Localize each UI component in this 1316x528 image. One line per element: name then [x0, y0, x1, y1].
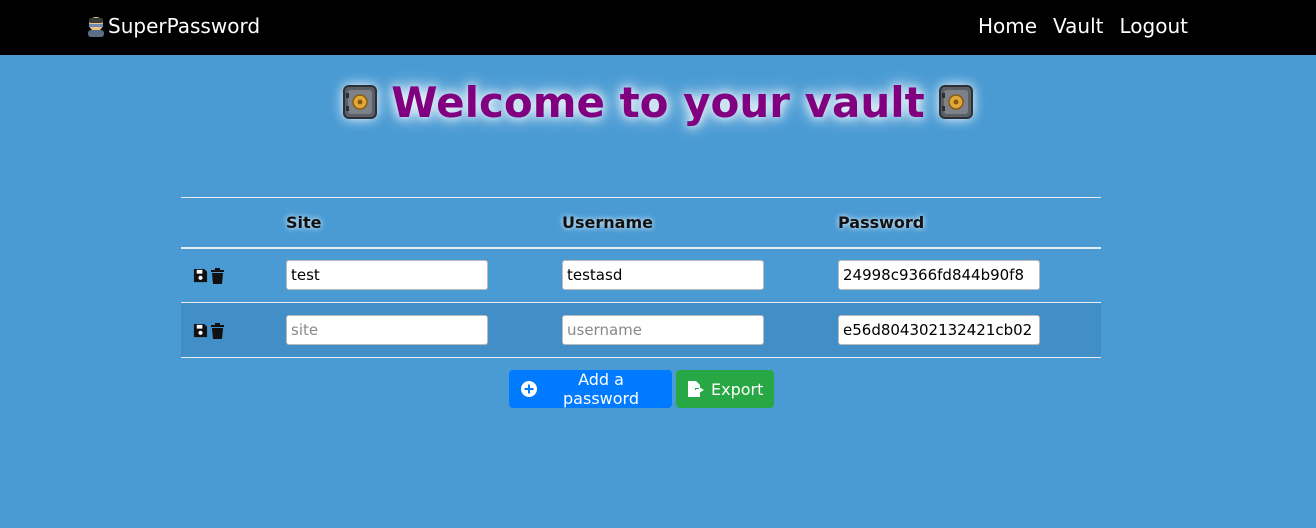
add-password-label: Add a password	[563, 370, 639, 408]
page-title-text: Welcome to your vault	[391, 77, 925, 127]
username-input[interactable]	[562, 260, 764, 291]
page-title: Welcome to your vault	[0, 72, 1316, 132]
brand-link[interactable]: SuperPassword	[86, 13, 260, 39]
site-input[interactable]	[286, 315, 488, 345]
save-icon[interactable]	[193, 323, 210, 340]
export-label: Export	[711, 379, 764, 399]
save-icon[interactable]	[193, 268, 210, 285]
site-header: Site	[286, 197, 562, 249]
safe-icon	[937, 83, 975, 121]
nav-links: Home Vault Logout	[978, 13, 1188, 39]
username-header: Username	[562, 197, 838, 249]
file-export-icon	[688, 381, 704, 397]
vault-table: Site Username Password	[181, 197, 1101, 358]
nav-vault-link[interactable]: Vault	[1053, 13, 1103, 39]
export-button[interactable]: Export	[676, 370, 774, 408]
table-header-row: Site Username Password	[181, 197, 1101, 249]
trash-icon[interactable]	[210, 322, 227, 340]
actions-header	[181, 197, 286, 249]
plus-circle-icon	[521, 381, 537, 397]
password-input[interactable]	[838, 260, 1040, 291]
row-actions	[181, 302, 286, 358]
nav-home-link[interactable]: Home	[978, 13, 1037, 39]
username-input[interactable]	[562, 315, 764, 345]
table-row	[181, 247, 1101, 303]
safe-icon	[341, 83, 379, 121]
password-input[interactable]	[838, 315, 1040, 345]
password-header: Password	[838, 197, 1101, 249]
navbar: SuperPassword Home Vault Logout	[0, 0, 1316, 55]
trash-icon[interactable]	[210, 267, 227, 285]
ninja-icon	[86, 15, 106, 37]
nav-logout-link[interactable]: Logout	[1120, 13, 1188, 39]
table-row	[181, 302, 1101, 358]
row-actions	[181, 247, 286, 303]
add-password-button[interactable]: Add a password	[509, 370, 672, 408]
brand-label: SuperPassword	[108, 14, 261, 38]
site-input[interactable]	[286, 260, 488, 291]
